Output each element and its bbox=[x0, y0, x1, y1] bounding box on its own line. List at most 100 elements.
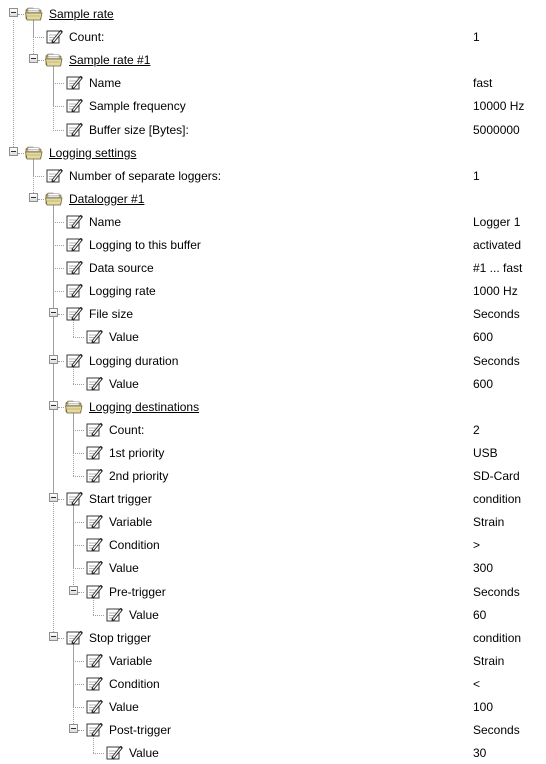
tree-row[interactable]: Value 300 bbox=[0, 557, 546, 579]
tree-item-label: Start trigger bbox=[89, 492, 152, 507]
property-icon bbox=[65, 282, 83, 299]
tree-item-value[interactable]: 10000 Hz bbox=[473, 99, 524, 113]
tree-item-value[interactable]: 1 bbox=[473, 169, 480, 183]
tree-row[interactable]: Value 60 bbox=[0, 604, 546, 626]
tree-row[interactable]: Condition > bbox=[0, 534, 546, 556]
tree-item-value[interactable]: Strain bbox=[473, 515, 504, 529]
tree-row[interactable]: Logging rate 1000 Hz bbox=[0, 280, 546, 302]
tree-row[interactable]: Variable Strain bbox=[0, 511, 546, 533]
tree-item-value[interactable]: SD-Card bbox=[473, 469, 520, 483]
tree-row[interactable]: Sample frequency 10000 Hz bbox=[0, 95, 546, 117]
property-icon bbox=[65, 74, 83, 91]
tree-row[interactable]: File size Seconds bbox=[0, 303, 546, 325]
tree-item-value[interactable]: 600 bbox=[473, 330, 493, 344]
property-icon bbox=[45, 167, 63, 184]
tree-item-label: Stop trigger bbox=[89, 630, 152, 645]
tree-row[interactable]: Variable Strain bbox=[0, 650, 546, 672]
tree-item-value[interactable]: > bbox=[473, 538, 480, 552]
collapse-toggle[interactable] bbox=[9, 146, 18, 156]
tree-item-value[interactable]: 1000 Hz bbox=[473, 284, 518, 298]
tree-item-label: Condition bbox=[109, 538, 160, 553]
collapse-toggle[interactable] bbox=[49, 308, 58, 318]
tree-row[interactable]: Datalogger #1 bbox=[0, 188, 546, 210]
tree-item-value[interactable]: 30 bbox=[473, 746, 486, 760]
tree-row[interactable]: Name Logger 1 bbox=[0, 211, 546, 233]
collapse-toggle[interactable] bbox=[49, 354, 58, 364]
tree-row[interactable]: 2nd priority SD-Card bbox=[0, 465, 546, 487]
tree-item-label: Logging settings bbox=[49, 145, 137, 160]
tree-row[interactable]: Sample rate #1 bbox=[0, 49, 546, 71]
property-icon bbox=[65, 97, 83, 114]
tree-item-value[interactable]: 100 bbox=[473, 700, 493, 714]
tree-item-value[interactable]: < bbox=[473, 677, 480, 691]
tree-row[interactable]: Name fast bbox=[0, 72, 546, 94]
property-icon bbox=[65, 236, 83, 253]
tree-row[interactable]: Value 100 bbox=[0, 696, 546, 718]
tree-item-value[interactable]: 600 bbox=[473, 377, 493, 391]
tree-item-value[interactable]: 2 bbox=[473, 423, 480, 437]
property-icon bbox=[85, 721, 103, 738]
collapse-toggle[interactable] bbox=[29, 54, 38, 64]
tree-item-label: 1st priority bbox=[109, 445, 165, 460]
tree-item-value[interactable]: Seconds bbox=[473, 585, 520, 599]
tree-row[interactable]: Logging settings bbox=[0, 142, 546, 164]
property-icon bbox=[65, 629, 83, 646]
tree-item-value[interactable]: fast bbox=[473, 76, 492, 90]
tree-item-label: Sample rate #1 bbox=[69, 53, 151, 68]
property-icon bbox=[65, 121, 83, 138]
tree-item-value[interactable]: Strain bbox=[473, 654, 504, 668]
tree-row[interactable]: Logging duration Seconds bbox=[0, 350, 546, 372]
tree-item-value[interactable]: condition bbox=[473, 631, 521, 645]
tree-item-label: Datalogger #1 bbox=[69, 191, 145, 206]
collapse-toggle[interactable] bbox=[9, 8, 18, 17]
tree-row[interactable]: Stop trigger condition bbox=[0, 627, 546, 649]
tree-item-value[interactable]: Logger 1 bbox=[473, 215, 520, 229]
tree-item-value[interactable]: Seconds bbox=[473, 354, 520, 368]
tree-item-label: Name bbox=[89, 76, 122, 91]
tree-item-value[interactable]: 1 bbox=[473, 30, 480, 44]
tree-row[interactable]: Logging destinations bbox=[0, 396, 546, 418]
tree-row[interactable]: Condition < bbox=[0, 673, 546, 695]
tree-row[interactable]: Sample rate bbox=[0, 3, 546, 25]
property-icon bbox=[85, 467, 103, 484]
tree-row[interactable]: Number of separate loggers: 1 bbox=[0, 165, 546, 187]
tree-item-label: Sample rate bbox=[49, 7, 114, 21]
tree-item-value[interactable]: Seconds bbox=[473, 307, 520, 321]
tree-item-value[interactable]: USB bbox=[473, 446, 498, 460]
collapse-toggle[interactable] bbox=[49, 493, 58, 503]
property-icon bbox=[85, 536, 103, 553]
tree-item-value[interactable]: 60 bbox=[473, 608, 486, 622]
tree-item-value[interactable]: condition bbox=[473, 492, 521, 506]
property-icon bbox=[65, 490, 83, 507]
tree-item-label: Pre-trigger bbox=[109, 584, 166, 599]
tree-row[interactable]: Value 30 bbox=[0, 742, 546, 764]
collapse-toggle[interactable] bbox=[69, 585, 78, 595]
collapse-toggle[interactable] bbox=[49, 400, 58, 410]
tree-item-label: Variable bbox=[109, 653, 153, 668]
property-icon bbox=[85, 444, 103, 461]
tree-item-label: Value bbox=[129, 607, 159, 622]
tree-row[interactable]: Count: 1 bbox=[0, 26, 546, 48]
tree-item-value[interactable]: Seconds bbox=[473, 723, 520, 737]
collapse-toggle[interactable] bbox=[49, 631, 58, 641]
collapse-toggle[interactable] bbox=[69, 724, 78, 734]
tree-row[interactable]: Buffer size [Bytes]: 5000000 bbox=[0, 119, 546, 141]
tree-item-label: Sample frequency bbox=[89, 99, 186, 114]
tree-row[interactable]: Count: 2 bbox=[0, 419, 546, 441]
tree-item-value[interactable]: 300 bbox=[473, 561, 493, 575]
tree-row[interactable]: Post-trigger Seconds bbox=[0, 719, 546, 741]
tree-row[interactable]: Data source #1 ... fast bbox=[0, 257, 546, 279]
folder-icon bbox=[65, 398, 83, 415]
tree-row[interactable]: Value 600 bbox=[0, 326, 546, 348]
tree-row[interactable]: Value 600 bbox=[0, 373, 546, 395]
collapse-toggle[interactable] bbox=[29, 192, 38, 202]
tree-item-value[interactable]: 5000000 bbox=[473, 123, 520, 137]
tree-row[interactable]: Pre-trigger Seconds bbox=[0, 581, 546, 603]
tree-row[interactable]: Logging to this buffer activated bbox=[0, 234, 546, 256]
tree-row[interactable]: Start trigger condition bbox=[0, 488, 546, 510]
property-icon bbox=[85, 698, 103, 715]
tree-item-value[interactable]: activated bbox=[473, 238, 521, 252]
tree-row[interactable]: 1st priority USB bbox=[0, 442, 546, 464]
tree-item-label: Variable bbox=[109, 515, 153, 530]
tree-item-value[interactable]: #1 ... fast bbox=[473, 261, 522, 275]
